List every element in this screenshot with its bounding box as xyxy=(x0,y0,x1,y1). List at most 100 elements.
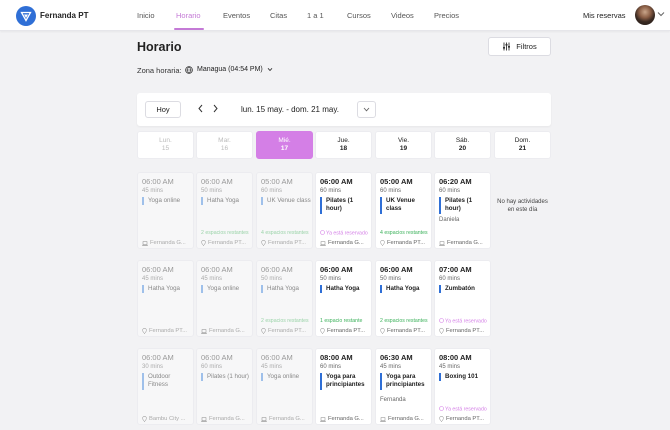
chevron-right-icon[interactable] xyxy=(212,104,219,113)
chevron-down-icon xyxy=(267,67,273,72)
nav-item-cursos[interactable]: Cursos xyxy=(347,11,371,20)
session-card[interactable]: 06:00 AM 45 mins Hatha Yoga Fernanda PT... xyxy=(137,260,194,337)
session-location-text: Fernanda PT... xyxy=(387,240,426,246)
chevron-left-icon[interactable] xyxy=(197,104,204,113)
page-title: Horario xyxy=(137,40,182,54)
session-time: 06:20 AM xyxy=(439,177,472,186)
session-time: 06:30 AM xyxy=(380,353,413,362)
session-location-text: Fernanda PT... xyxy=(268,240,307,246)
session-status: 2 espacios restantes xyxy=(261,318,309,324)
session-card[interactable]: 06:00 AM 45 mins Yoga online Fernanda G... xyxy=(256,348,313,425)
day-header-20[interactable]: Sáb. 20 xyxy=(434,131,491,159)
session-duration: 45 mins xyxy=(142,188,164,194)
location-pin-icon xyxy=(380,328,385,334)
session-card[interactable]: 07:00 AM 60 mins Zumbatón Ya está reservado… xyxy=(434,260,491,337)
laptop-icon xyxy=(320,240,326,246)
session-instructor: Daniela xyxy=(439,217,460,223)
timezone-select[interactable]: Managua (04:54 PM) xyxy=(185,63,273,76)
session-status-text: 2 espacios restantes xyxy=(380,318,428,324)
session-time: 06:00 AM xyxy=(261,265,293,274)
session-duration: 45 mins xyxy=(201,276,223,282)
date-picker-button[interactable] xyxy=(357,101,376,118)
chevron-down-icon[interactable] xyxy=(657,11,665,17)
day-header-15[interactable]: Lun. 15 xyxy=(137,131,194,159)
nav-item-eventos[interactable]: Eventos xyxy=(223,11,250,20)
location-pin-icon xyxy=(439,416,444,422)
session-class-name: Boxing 101 xyxy=(439,373,489,382)
session-location: Fernanda G... xyxy=(201,328,252,334)
session-card[interactable]: 06:00 AM 50 mins Hatha Yoga 2 espacios rest… xyxy=(196,172,253,249)
day-header-19[interactable]: Vie. 19 xyxy=(375,131,432,159)
nav-item-precios[interactable]: Precios xyxy=(434,11,459,20)
nav-item-1a1[interactable]: 1 a 1 xyxy=(307,11,324,20)
session-card[interactable]: 06:00 AM 30 mins Outdoor Fitness Bambu City… xyxy=(137,348,194,425)
session-location-text: Bambu City ... xyxy=(149,416,186,422)
session-card[interactable]: 08:00 AM 60 mins Yoga para principiantes Fe… xyxy=(315,348,372,425)
session-card[interactable]: 08:00 AM 45 mins Boxing 101 Ya está reserva… xyxy=(434,348,491,425)
location-pin-icon xyxy=(142,328,147,334)
session-duration: 60 mins xyxy=(320,188,342,194)
session-card[interactable]: 06:00 AM 50 mins Hatha Yoga 2 espacios rest… xyxy=(256,260,313,337)
session-status: 4 espacios restantes xyxy=(261,230,309,236)
day-header-21[interactable]: Dom. 21 xyxy=(494,131,551,159)
session-card[interactable]: 06:00 AM 50 mins Hatha Yoga 1 espacio resta… xyxy=(315,260,372,337)
session-class-name: Pilates (1 hour) xyxy=(201,373,251,382)
session-card[interactable]: 06:30 AM 45 mins Yoga para principiantes Fe… xyxy=(375,348,432,425)
day-name: Vie. xyxy=(397,136,410,144)
session-location: Fernanda G... xyxy=(320,240,371,246)
brand-logo[interactable] xyxy=(16,6,36,26)
session-time: 05:00 AM xyxy=(261,177,293,186)
session-status: 2 espacios restantes xyxy=(380,318,428,324)
session-card[interactable]: 05:00 AM 60 mins UK Venue class 4 espacios … xyxy=(375,172,432,249)
laptop-icon xyxy=(261,416,267,422)
session-card[interactable]: 06:00 AM 45 mins Yoga online Fernanda G... xyxy=(196,260,253,337)
session-class-name: Yoga online xyxy=(142,197,192,206)
mis-reservas-link[interactable]: Mis reservas xyxy=(583,11,626,20)
session-location: Fernanda G... xyxy=(380,416,431,422)
laptop-icon xyxy=(320,416,326,422)
day-date: 19 xyxy=(399,145,408,152)
session-card[interactable]: 06:00 AM 50 mins Hatha Yoga 2 espacios rest… xyxy=(375,260,432,337)
session-card[interactable]: 06:20 AM 60 mins Pilates (1 hour) Daniela Fe… xyxy=(434,172,491,249)
day-header-16[interactable]: Mar. 16 xyxy=(196,131,253,159)
session-time: 08:00 AM xyxy=(320,353,353,362)
nav-item-videos[interactable]: Videos xyxy=(391,11,414,20)
session-card[interactable]: 06:00 AM 60 mins Pilates (1 hour) Fernanda … xyxy=(196,348,253,425)
session-time: 06:00 AM xyxy=(320,177,353,186)
session-class-name: Yoga online xyxy=(261,373,311,382)
session-status-text: Ya está reservado xyxy=(445,406,487,413)
session-location-text: Fernanda G... xyxy=(150,240,186,246)
session-location-text: Fernanda PT... xyxy=(387,328,426,334)
location-pin-icon xyxy=(439,328,444,334)
check-circle-icon xyxy=(439,406,444,411)
brand-name[interactable]: Fernanda PT xyxy=(40,11,88,20)
filters-button[interactable]: Filtros xyxy=(488,37,551,56)
session-location: Fernanda G... xyxy=(142,240,193,246)
nav-item-horario[interactable]: Horario xyxy=(176,11,201,20)
globe-icon xyxy=(185,65,193,74)
session-location-text: Fernanda G... xyxy=(328,240,364,246)
session-location: Fernanda PT... xyxy=(380,240,431,246)
day-name: Mar. xyxy=(218,136,231,144)
empty-day-message: No hay actividades en este día xyxy=(497,199,548,213)
day-name: Jue. xyxy=(337,136,350,144)
session-location: Fernanda G... xyxy=(261,416,312,422)
week-navigator: Hoy lun. 15 may. - dom. 21 may. xyxy=(137,93,551,126)
today-button[interactable]: Hoy xyxy=(145,101,181,118)
chevron-down-icon xyxy=(363,107,370,112)
location-pin-icon xyxy=(142,416,147,422)
session-card[interactable]: 06:00 AM 45 mins Yoga online Fernanda G... xyxy=(137,172,194,249)
session-class-name: Pilates (1 hour) xyxy=(439,197,489,214)
user-avatar[interactable] xyxy=(635,5,655,25)
session-card[interactable]: 06:00 AM 60 mins Pilates (1 hour) Ya está r… xyxy=(315,172,372,249)
day-header-17[interactable]: Mié. 17 xyxy=(256,131,313,159)
day-header-18[interactable]: Jue. 18 xyxy=(315,131,372,159)
week-range: lun. 15 may. - dom. 21 may. xyxy=(241,105,339,114)
session-time: 06:00 AM xyxy=(142,177,174,186)
session-card[interactable]: 05:00 AM 60 mins UK Venue class 4 espacios … xyxy=(256,172,313,249)
session-location: Fernanda PT... xyxy=(439,416,490,422)
session-location-text: Fernanda G... xyxy=(209,328,245,334)
nav-item-citas[interactable]: Citas xyxy=(270,11,287,20)
session-time: 06:00 AM xyxy=(380,265,413,274)
nav-item-inicio[interactable]: Inicio xyxy=(137,11,155,20)
